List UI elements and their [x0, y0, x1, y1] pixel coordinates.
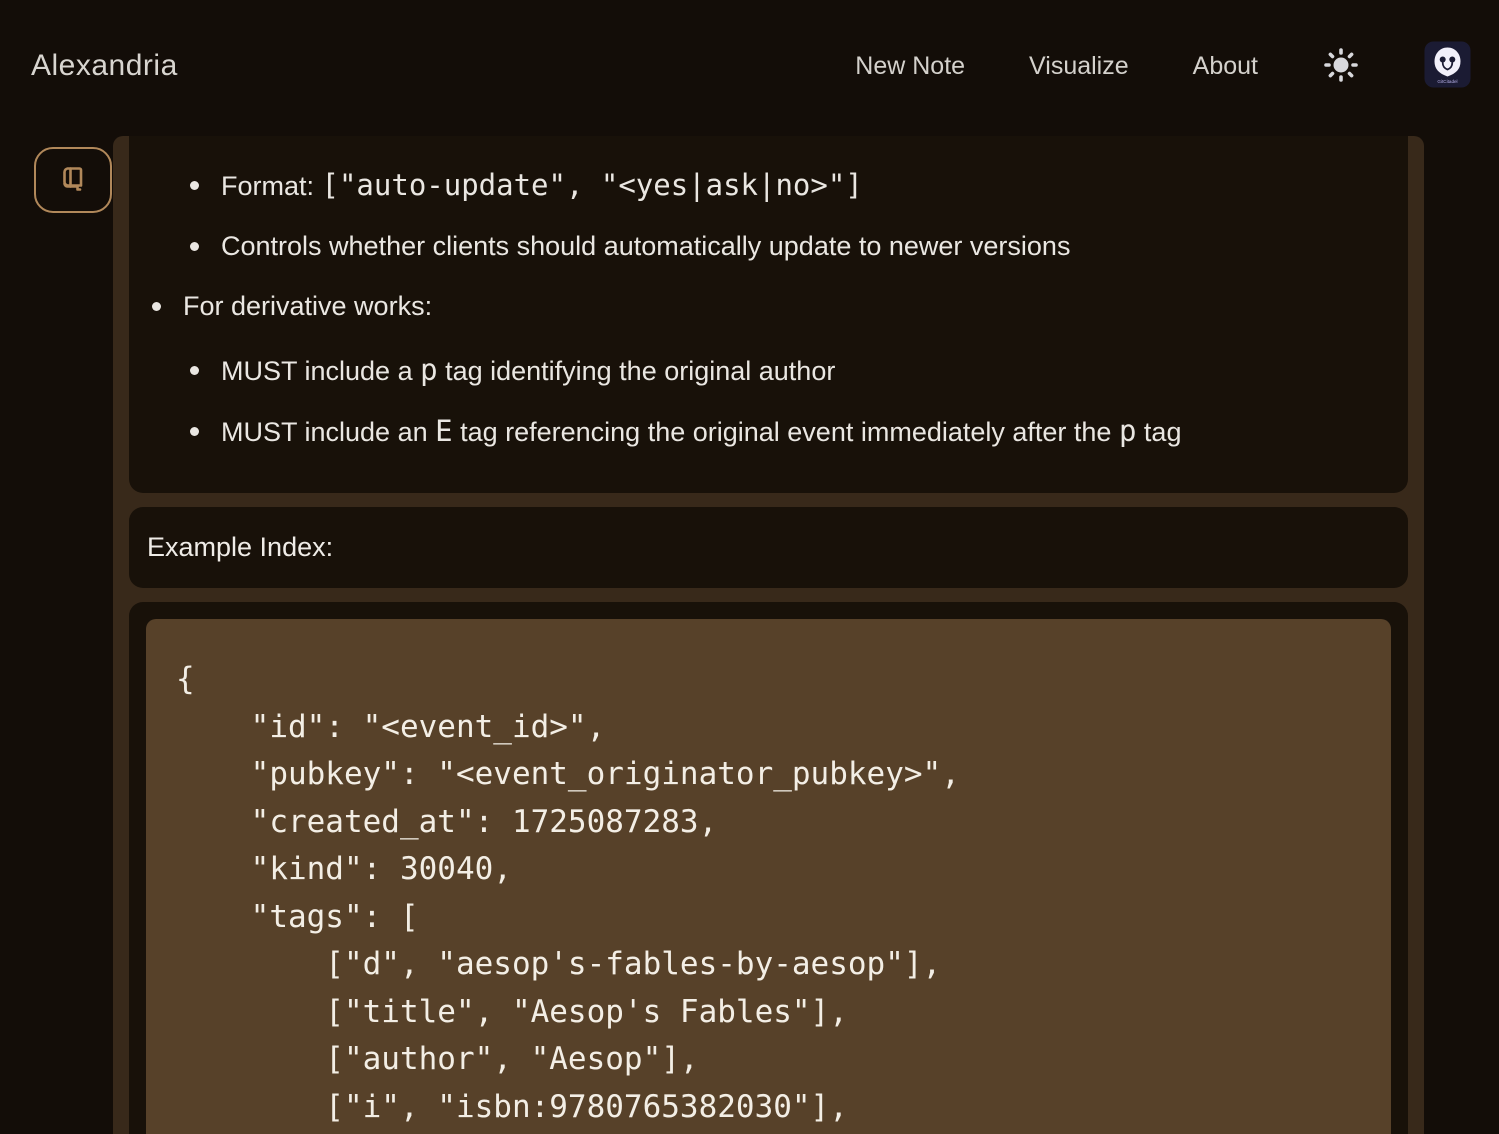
inline-code: p — [420, 353, 437, 387]
spec-bullets-card: Format: ["auto-update", "<yes|ask|no>"] … — [129, 136, 1408, 493]
svg-text:GitCitadel: GitCitadel — [1437, 79, 1457, 84]
app-header: Alexandria New Note Visualize About — [0, 0, 1499, 126]
list-item: For derivative works: — [129, 288, 1408, 324]
bullet-dot — [190, 366, 199, 375]
main-nav: New Note Visualize About — [855, 41, 1471, 91]
app-title: Alexandria — [31, 49, 178, 83]
example-index-label: Example Index: — [147, 532, 333, 563]
list-item: Format: ["auto-update", "<yes|ask|no>"] — [129, 167, 1408, 204]
nav-new-note[interactable]: New Note — [855, 52, 965, 81]
gitcitadel-logo-button[interactable]: GitCitadel — [1424, 41, 1471, 91]
inline-code: ["auto-update", "<yes|ask|no>"] — [322, 168, 863, 202]
nav-visualize[interactable]: Visualize — [1029, 52, 1129, 81]
list-item-text: MUST include an E tag referencing the or… — [221, 413, 1181, 450]
bullet-dot — [152, 302, 161, 311]
example-code-card: { "id": "<event_id>", "pubkey": "<event_… — [129, 602, 1408, 1134]
list-item-text: Format: ["auto-update", "<yes|ask|no>"] — [221, 167, 863, 204]
content-scroll-area[interactable]: Format: ["auto-update", "<yes|ask|no>"] … — [113, 136, 1424, 1134]
bullet-dot — [190, 181, 199, 190]
list-item: Controls whether clients should automati… — [129, 228, 1408, 264]
gitcitadel-logo-icon: GitCitadel — [1424, 76, 1471, 91]
list-item-text: Controls whether clients should automati… — [221, 228, 1070, 264]
example-index-card: Example Index: — [129, 507, 1408, 588]
sun-icon — [1322, 46, 1360, 87]
bullet-dot — [190, 242, 199, 251]
json-code-block: { "id": "<event_id>", "pubkey": "<event_… — [146, 619, 1391, 1134]
list-item: MUST include a p tag identifying the ori… — [129, 352, 1408, 389]
nav-about[interactable]: About — [1193, 52, 1258, 81]
toc-book-button[interactable] — [34, 147, 112, 213]
bullet-dot — [190, 427, 199, 436]
inline-code: E — [435, 414, 452, 448]
book-icon — [55, 161, 91, 200]
json-code-text: { "id": "<event_id>", "pubkey": "<event_… — [176, 656, 1391, 1131]
list-item-text: For derivative works: — [183, 288, 432, 324]
inline-code: p — [1119, 414, 1136, 448]
theme-toggle-button[interactable] — [1322, 46, 1360, 87]
list-item: MUST include an E tag referencing the or… — [129, 413, 1408, 450]
list-item-text: MUST include a p tag identifying the ori… — [221, 352, 835, 389]
